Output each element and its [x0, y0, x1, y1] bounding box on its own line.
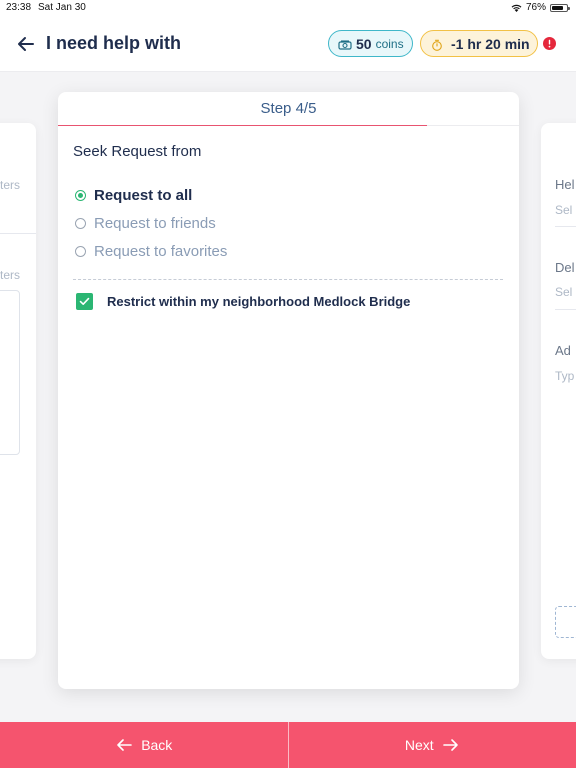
- back-button-label: Back: [141, 737, 173, 753]
- radio-button[interactable]: [75, 218, 86, 229]
- step-indicator: Step 4/5: [260, 100, 317, 117]
- radio-request-to-friends[interactable]: Request to friends: [75, 215, 216, 232]
- wifi-icon: [511, 4, 522, 12]
- back-button[interactable]: Back: [0, 722, 288, 768]
- radio-label: Request to all: [94, 187, 193, 204]
- next-button[interactable]: Next: [289, 722, 576, 768]
- divider: [555, 309, 576, 310]
- restrict-checkbox[interactable]: [76, 293, 93, 310]
- next-step-card[interactable]: Hel Sel Del Sel Ad Typ: [541, 123, 576, 659]
- previous-step-card[interactable]: ters ters: [0, 123, 36, 659]
- arrow-right-icon: [442, 739, 458, 751]
- radio-request-to-all[interactable]: Request to all: [75, 187, 192, 204]
- next-button-label: Next: [404, 737, 434, 753]
- radio-request-to-favorites[interactable]: Request to favorites: [75, 243, 227, 260]
- step-progress-bar: [58, 125, 427, 126]
- previous-step-fragment: ters: [0, 268, 21, 282]
- divider: [0, 233, 36, 234]
- next-step-field-label: Hel: [555, 177, 575, 192]
- wizard-card: Step 4/5 Seek Request from Request to al…: [58, 92, 519, 689]
- status-time: 23:38: [6, 2, 32, 13]
- battery-percent: 76%: [525, 2, 546, 13]
- radio-label: Request to friends: [94, 215, 216, 232]
- page-title: I need help with: [46, 33, 182, 53]
- next-step-field-label: Del: [555, 260, 575, 275]
- coins-badge[interactable]: 50 coins: [328, 30, 413, 57]
- battery-fill: [552, 5, 563, 10]
- coins-unit: coins: [375, 36, 404, 51]
- status-date: Sat Jan 30: [38, 2, 86, 13]
- radio-button[interactable]: [75, 190, 86, 201]
- next-step-field-placeholder: Sel: [555, 285, 573, 299]
- coins-value: 50: [356, 35, 372, 52]
- next-step-field-placeholder: Typ: [555, 369, 575, 383]
- restrict-checkbox-label: Restrict within my neighborhood Medlock …: [107, 294, 411, 309]
- section-divider: [73, 279, 503, 280]
- footer-bar: Back Next: [0, 722, 576, 768]
- radio-button[interactable]: [75, 246, 86, 257]
- timer-value: -1 hr 20 min: [451, 35, 530, 52]
- footer-divider: [287, 722, 289, 768]
- next-step-field-placeholder: Sel: [555, 203, 573, 217]
- section-title: Seek Request from: [73, 143, 202, 160]
- coins-icon: [338, 38, 352, 50]
- radio-label: Request to favorites: [94, 243, 228, 260]
- status-indicators: 76%: [511, 2, 570, 13]
- stopwatch-icon: [431, 38, 443, 51]
- add-attachment-box: [555, 606, 576, 638]
- divider: [555, 226, 576, 227]
- app-header: I need help with 50 coins -1 hr 20 min: [0, 16, 576, 72]
- next-step-field-label: Ad: [555, 343, 571, 358]
- status-bar: 23:38 Sat Jan 30 76%: [0, 0, 576, 16]
- arrow-left-icon: [117, 739, 132, 751]
- step-header: Step 4/5: [58, 92, 519, 125]
- previous-step-fragment: ters: [0, 178, 21, 192]
- timer-badge[interactable]: -1 hr 20 min: [420, 30, 538, 57]
- previous-step-textarea: [0, 290, 20, 455]
- back-arrow-icon[interactable]: [16, 34, 36, 54]
- alert-icon[interactable]: [543, 37, 556, 50]
- checkmark-icon: [79, 297, 90, 305]
- battery-icon: [550, 3, 570, 12]
- restrict-neighborhood-option[interactable]: Restrict within my neighborhood Medlock …: [76, 293, 410, 310]
